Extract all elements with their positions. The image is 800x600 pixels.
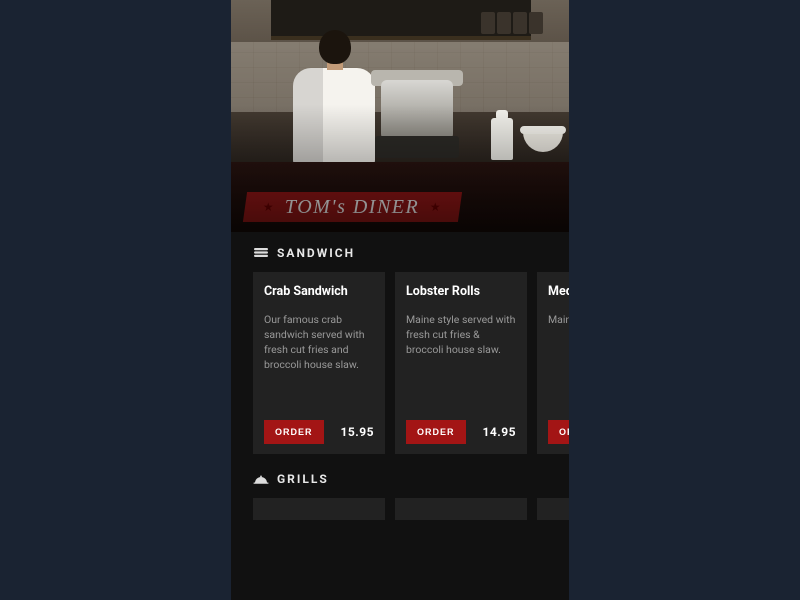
cloche-icon (253, 473, 269, 485)
espresso-machine (371, 70, 463, 162)
item-name: Lobster Rolls (406, 284, 516, 300)
section-header-grills: GRILLS (253, 472, 569, 486)
sandwich-cards[interactable]: Crab Sandwich Our famous crab sandwich s… (253, 272, 569, 454)
order-button[interactable]: ORDER (548, 420, 569, 444)
item-name: Crab Sandwich (264, 284, 374, 300)
menu-card (395, 498, 527, 520)
section-label: GRILLS (277, 472, 329, 486)
menu-card (537, 498, 569, 520)
star-icon: ★ (263, 200, 275, 215)
app-viewport: ★ TOM's DINER ★ SANDWICH Crab Sandwich O… (231, 0, 569, 600)
item-name: Medi Shrimp (548, 284, 569, 300)
sandwich-icon (253, 247, 269, 259)
restaurant-title: TOM's DINER (285, 196, 419, 219)
hero-scene (231, 0, 569, 232)
section-label: SANDWICH (277, 246, 355, 260)
order-button[interactable]: ORDER (264, 420, 324, 444)
item-description: Main with & bro slaw. (548, 312, 569, 408)
barista-figure (289, 30, 379, 170)
item-price: 15.95 (340, 425, 374, 439)
order-button[interactable]: ORDER (406, 420, 466, 444)
grills-cards[interactable] (253, 498, 569, 520)
section-header-sandwich: SANDWICH (253, 246, 569, 260)
menu-card: Medi Shrimp Main with & bro slaw. ORDER (537, 272, 569, 454)
hero-image: ★ TOM's DINER ★ (231, 0, 569, 232)
menu-card: Crab Sandwich Our famous crab sandwich s… (253, 272, 385, 454)
item-description: Maine style served with fresh cut fries … (406, 312, 516, 408)
star-icon: ★ (430, 200, 442, 215)
menu-content: SANDWICH Crab Sandwich Our famous crab s… (231, 232, 569, 520)
item-description: Our famous crab sandwich served with fre… (264, 312, 374, 408)
menu-card: Lobster Rolls Maine style served with fr… (395, 272, 527, 454)
menu-card (253, 498, 385, 520)
restaurant-title-banner: ★ TOM's DINER ★ (243, 192, 462, 222)
item-price: 14.95 (482, 425, 516, 439)
